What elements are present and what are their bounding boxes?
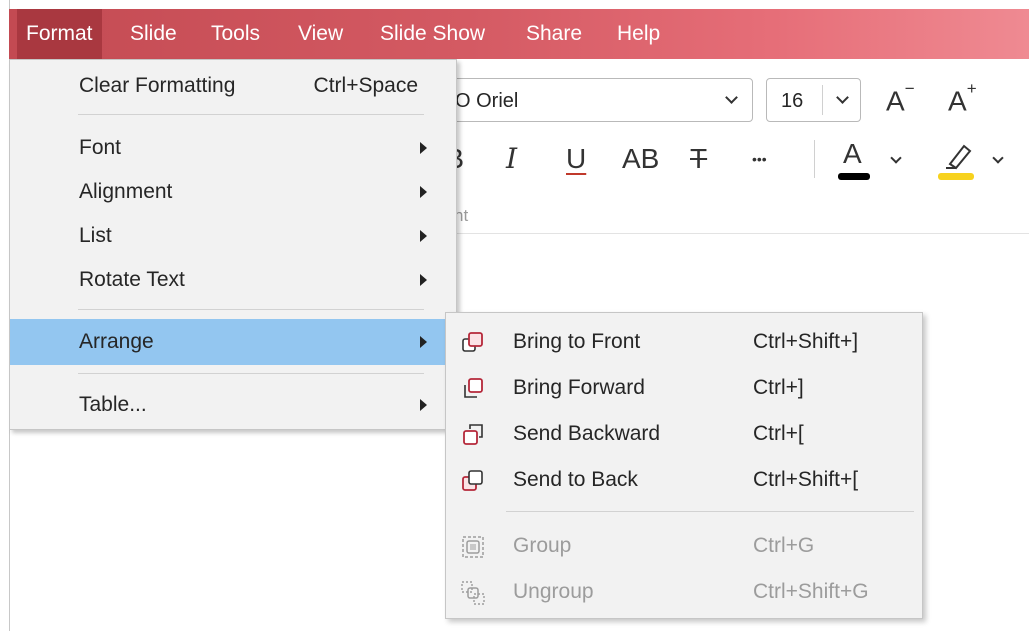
menu-item-shortcut: Ctrl+Space xyxy=(313,74,418,97)
menu-slide-show[interactable]: Slide Show xyxy=(371,9,494,59)
bring-to-front-icon xyxy=(462,332,483,352)
menu-item-send-to-back[interactable]: Send to Back Ctrl+Shift+[ xyxy=(446,457,922,503)
menu-format[interactable]: Format xyxy=(17,9,102,59)
ribbon-bottom-border xyxy=(455,233,1029,234)
submenu-arrow-icon xyxy=(420,230,427,242)
highlighter-icon[interactable] xyxy=(940,138,974,170)
menu-item-label: Alignment xyxy=(79,180,173,203)
all-caps-button[interactable]: AB xyxy=(622,145,659,173)
send-backward-icon xyxy=(463,424,483,445)
chevron-down-icon xyxy=(725,91,738,104)
menu-item-label: Ungroup xyxy=(513,580,594,603)
decrease-font-mark: − xyxy=(904,79,915,98)
menu-item-send-backward[interactable]: Send Backward Ctrl+[ xyxy=(446,411,922,457)
increase-font-size-button[interactable]: A+ xyxy=(948,80,977,117)
more-options-button[interactable]: ••• xyxy=(752,152,767,166)
menu-separator xyxy=(506,511,914,512)
menu-separator xyxy=(78,309,424,310)
menu-item-group[interactable]: Group Ctrl+G xyxy=(446,523,922,569)
menu-item-table[interactable]: Table... xyxy=(10,383,456,427)
group-icon xyxy=(462,536,484,558)
menu-item-label: Bring to Front xyxy=(513,330,641,353)
increase-font-glyph: A xyxy=(948,85,967,117)
submenu-arrow-icon xyxy=(420,399,427,411)
menu-item-label: Send Backward xyxy=(513,422,661,445)
menu-item-arrange[interactable]: Arrange xyxy=(10,319,456,365)
chevron-down-icon xyxy=(836,91,849,104)
menu-item-label: Arrange xyxy=(79,330,154,353)
menu-item-font[interactable]: Font xyxy=(10,126,456,170)
font-name-value: O Oriel xyxy=(455,90,519,112)
menu-item-label: Table... xyxy=(79,393,147,416)
arrange-submenu: Bring to Front Ctrl+Shift+] Bring Forwar… xyxy=(445,312,923,619)
menu-item-bring-to-front[interactable]: Bring to Front Ctrl+Shift+] xyxy=(446,319,922,365)
menu-item-shortcut: Ctrl+] xyxy=(753,376,804,399)
menu-share[interactable]: Share xyxy=(517,9,591,59)
menu-item-label: Group xyxy=(513,534,572,557)
menu-item-shortcut: Ctrl+Shift+[ xyxy=(753,468,859,491)
submenu-arrow-icon xyxy=(420,336,427,348)
menu-item-label: Send to Back xyxy=(513,468,638,491)
font-size-combo[interactable]: 16 xyxy=(766,78,861,122)
menu-item-rotate-text[interactable]: Rotate Text xyxy=(10,258,456,302)
menu-separator xyxy=(78,373,424,374)
increase-font-mark: + xyxy=(966,79,977,98)
submenu-arrow-icon xyxy=(420,274,427,286)
menu-bar: Format Slide Tools View Slide Show Share… xyxy=(9,9,1029,59)
underline-button[interactable]: U xyxy=(566,145,586,173)
format-menu: Clear Formatting Ctrl+Space Font Alignme… xyxy=(9,59,457,430)
menu-item-label: Font xyxy=(79,136,122,159)
strikethrough-button[interactable]: T xyxy=(690,145,707,173)
menu-item-label: Bring Forward xyxy=(513,376,645,399)
menu-item-shortcut: Ctrl+G xyxy=(753,534,815,557)
menu-item-label: Clear Formatting xyxy=(79,74,236,97)
ribbon-separator xyxy=(814,140,815,178)
menu-item-label: List xyxy=(79,224,112,247)
font-name-combo[interactable]: O Oriel xyxy=(440,78,753,122)
decrease-font-glyph: A xyxy=(886,85,905,117)
submenu-arrow-icon xyxy=(420,142,427,154)
menu-item-shortcut: Ctrl+Shift+] xyxy=(753,330,859,353)
menu-item-alignment[interactable]: Alignment xyxy=(10,170,456,214)
font-color-button[interactable]: A xyxy=(843,140,862,168)
submenu-arrow-icon xyxy=(420,186,427,198)
menu-view[interactable]: View xyxy=(289,9,352,59)
menu-item-label: Rotate Text xyxy=(79,268,185,291)
menu-item-bring-forward[interactable]: Bring Forward Ctrl+] xyxy=(446,365,922,411)
decrease-font-size-button[interactable]: A− xyxy=(886,80,915,117)
ungroup-icon xyxy=(461,581,485,605)
menu-item-list[interactable]: List xyxy=(10,214,456,258)
combo-divider xyxy=(822,85,823,115)
menu-item-clear-formatting[interactable]: Clear Formatting Ctrl+Space xyxy=(10,64,456,108)
menu-tools[interactable]: Tools xyxy=(202,9,269,59)
font-size-value: 16 xyxy=(781,90,804,112)
italic-button[interactable]: I xyxy=(506,145,517,173)
menu-item-shortcut: Ctrl+[ xyxy=(753,422,804,445)
bring-forward-icon xyxy=(464,378,483,398)
font-color-swatch xyxy=(838,173,870,180)
highlight-color-swatch xyxy=(938,173,974,180)
menu-item-shortcut: Ctrl+Shift+G xyxy=(753,580,869,603)
menu-help[interactable]: Help xyxy=(608,9,669,59)
menu-separator xyxy=(78,114,424,115)
menu-slide[interactable]: Slide xyxy=(121,9,186,59)
send-to-back-icon xyxy=(462,470,483,491)
menu-item-ungroup[interactable]: Ungroup Ctrl+Shift+G xyxy=(446,569,922,615)
